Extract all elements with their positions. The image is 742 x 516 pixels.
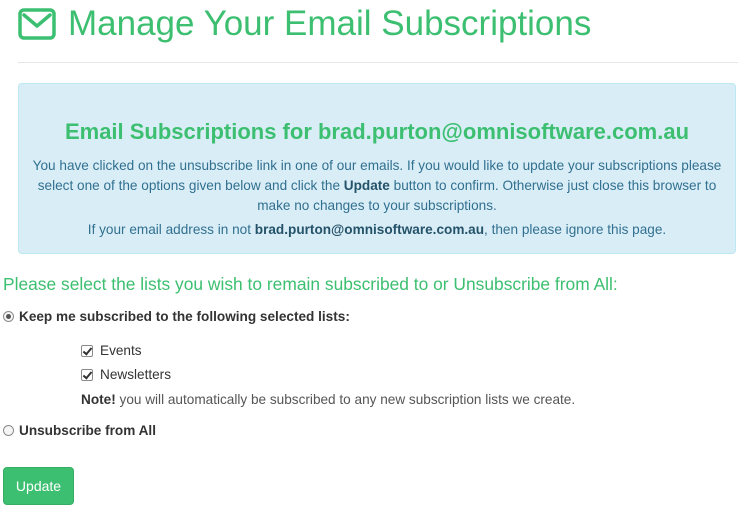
list-item-newsletters[interactable]: Newsletters (81, 367, 171, 382)
page-title-text: Manage Your Email Subscriptions (68, 4, 592, 43)
keep-subscribed-radio[interactable] (3, 311, 14, 322)
page-header: Manage Your Email Subscriptions (18, 0, 738, 63)
update-button[interactable]: Update (3, 467, 74, 505)
note-label: Note! (81, 392, 116, 407)
info-update-word: Update (343, 178, 390, 193)
select-lists-prompt: Please select the lists you wish to rema… (3, 274, 618, 294)
page-title: Manage Your Email Subscriptions (18, 4, 591, 44)
keep-subscribed-label[interactable]: Keep me subscribed to the following sele… (19, 309, 350, 324)
auto-subscribe-note: Note! you will automatically be subscrib… (81, 392, 575, 407)
info-paragraph: You have clicked on the unsubscribe link… (29, 156, 725, 216)
info-heading: Email Subscriptions for brad.purton@omni… (64, 119, 690, 144)
newsletters-label[interactable]: Newsletters (100, 367, 171, 382)
unsubscribe-all-radio[interactable] (3, 425, 14, 436)
events-checkbox[interactable] (81, 344, 93, 357)
note-text: you will automatically be subscribed to … (115, 392, 576, 407)
info-email: brad.purton@omnisoftware.com.au (254, 222, 485, 237)
info-line2-after: , then please ignore this page. (484, 222, 667, 237)
unsubscribe-all-option[interactable]: Unsubscribe from All (3, 423, 156, 438)
keep-subscribed-option[interactable]: Keep me subscribed to the following sele… (3, 309, 350, 324)
info-line2-before: If your email address in not (87, 222, 255, 237)
envelope-icon (18, 6, 58, 42)
list-item-events[interactable]: Events (81, 343, 142, 358)
newsletters-checkbox[interactable] (81, 368, 93, 381)
info-wrong-address: If your email address in not brad.purton… (29, 220, 725, 240)
events-label[interactable]: Events (100, 343, 142, 358)
unsubscribe-all-label[interactable]: Unsubscribe from All (19, 423, 156, 438)
info-alert: Email Subscriptions for brad.purton@omni… (18, 83, 736, 254)
